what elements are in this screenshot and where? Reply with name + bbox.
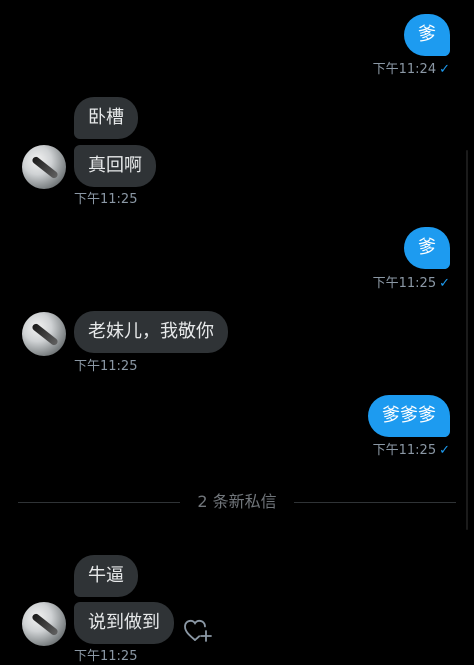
incoming-message-bubble[interactable]: 真回啊 xyxy=(74,145,156,187)
user-avatar[interactable] xyxy=(22,602,66,646)
avatar-image xyxy=(31,612,59,637)
new-messages-divider: 2 条新私信 xyxy=(18,492,456,512)
avatar-image xyxy=(31,322,59,347)
timestamp-text: 下午11:25 xyxy=(74,192,138,207)
outgoing-message-bubble[interactable]: 爹爹爹 xyxy=(368,395,450,437)
incoming-message-bubble[interactable]: 老妹儿，我敬你 xyxy=(74,311,228,353)
heart-plus-icon xyxy=(184,619,212,642)
incoming-message-bubble[interactable]: 说到做到 xyxy=(74,602,174,644)
add-reaction-button[interactable] xyxy=(183,617,213,645)
outgoing-message-bubble[interactable]: 爹 xyxy=(404,14,450,56)
message-timestamp: 下午11:25 xyxy=(74,359,137,375)
message-text: 牛逼 xyxy=(88,565,124,586)
divider-line xyxy=(294,502,456,503)
message-text: 爹 xyxy=(418,24,436,45)
message-timestamp: 下午11:24 ✓ xyxy=(373,62,450,78)
timestamp-text: 下午11:25 xyxy=(372,276,437,291)
message-text: 卧槽 xyxy=(88,107,124,128)
message-text: 爹爹爹 xyxy=(382,405,436,426)
user-avatar[interactable] xyxy=(22,312,66,356)
scrollbar[interactable] xyxy=(466,150,468,530)
timestamp-text: 下午11:25 xyxy=(74,649,138,664)
message-text: 老妹儿，我敬你 xyxy=(88,321,214,342)
message-text: 爹 xyxy=(418,237,436,258)
outgoing-message-bubble[interactable]: 爹 xyxy=(404,227,450,269)
timestamp-text: 下午11:24 xyxy=(372,62,437,77)
message-timestamp: 下午11:25 ✓ xyxy=(373,276,450,292)
timestamp-text: 下午11:25 xyxy=(372,443,437,458)
user-avatar[interactable] xyxy=(22,145,66,189)
check-icon: ✓ xyxy=(439,276,450,291)
check-icon: ✓ xyxy=(439,443,450,458)
timestamp-text: 下午11:25 xyxy=(74,359,138,374)
message-timestamp: 下午11:25 xyxy=(74,192,137,208)
message-text: 说到做到 xyxy=(88,612,160,633)
message-timestamp: 下午11:25 ✓ xyxy=(373,443,450,459)
avatar-image xyxy=(31,155,59,180)
incoming-message-bubble[interactable]: 卧槽 xyxy=(74,97,138,139)
message-timestamp: 下午11:25 xyxy=(74,649,137,665)
check-icon: ✓ xyxy=(439,62,450,77)
message-text: 真回啊 xyxy=(88,155,142,176)
incoming-message-bubble[interactable]: 牛逼 xyxy=(74,555,138,597)
